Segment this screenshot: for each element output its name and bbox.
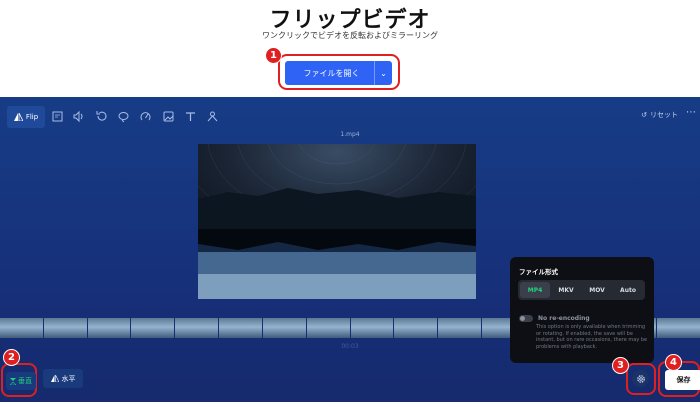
format-popup-title: ファイル形式 bbox=[519, 268, 558, 276]
rotate-icon[interactable] bbox=[95, 110, 108, 123]
video-preview bbox=[198, 144, 476, 299]
reset-icon: ↺ bbox=[641, 111, 647, 119]
loop-icon[interactable] bbox=[117, 110, 130, 123]
save-button[interactable]: 保存 bbox=[665, 370, 700, 390]
reencode-description: This option is only available when trimm… bbox=[536, 324, 648, 350]
flip-icon bbox=[13, 113, 23, 121]
filmstrip-frame bbox=[657, 318, 700, 338]
crop-icon[interactable] bbox=[51, 110, 64, 123]
reencode-toggle[interactable] bbox=[519, 315, 533, 322]
volume-icon[interactable] bbox=[72, 110, 85, 123]
filmstrip-frame bbox=[306, 318, 350, 338]
format-option-mov[interactable]: MOV bbox=[582, 282, 612, 298]
vertical-flip-label: 垂直 bbox=[18, 377, 32, 385]
reset-label: リセット bbox=[650, 111, 678, 119]
horizontal-flip-label: 水平 bbox=[61, 374, 76, 383]
reencode-row: No re-encoding bbox=[519, 315, 590, 322]
text-icon[interactable] bbox=[184, 110, 197, 123]
image-icon[interactable] bbox=[162, 110, 175, 123]
reset-button[interactable]: ↺ リセット bbox=[641, 110, 678, 120]
reencode-label: No re-encoding bbox=[538, 315, 590, 322]
format-popup: ファイル形式 MP4 MKV MOV Auto No re-encoding T… bbox=[510, 257, 654, 363]
video-landscape bbox=[198, 144, 476, 299]
callout-badge-3: 3 bbox=[612, 357, 629, 374]
format-option-mkv[interactable]: MKV bbox=[551, 282, 581, 298]
video-filename: 1.mp4 bbox=[340, 131, 360, 138]
filmstrip-frame bbox=[131, 318, 175, 338]
open-file-button[interactable]: ファイルを開く ⌄ bbox=[285, 61, 392, 85]
settings-button[interactable] bbox=[632, 370, 649, 387]
filmstrip-frame bbox=[87, 318, 131, 338]
open-file-highlight: ファイルを開く ⌄ bbox=[278, 54, 400, 90]
vertical-flip-highlight: 垂直 bbox=[1, 363, 37, 397]
editor-panel: Flip ↺ リセット ⋯ 1.mp4 00:03 垂直 水平 ファイル形式 M… bbox=[0, 97, 700, 402]
speed-icon[interactable] bbox=[139, 110, 152, 123]
callout-badge-4: 4 bbox=[665, 354, 682, 371]
horizontal-flip-icon bbox=[50, 375, 59, 382]
more-icon[interactable]: ⋯ bbox=[686, 107, 696, 118]
callout-badge-1: 1 bbox=[265, 47, 282, 64]
gear-icon bbox=[636, 374, 645, 383]
tool-flip-label: Flip bbox=[25, 113, 39, 121]
tool-flip[interactable]: Flip bbox=[7, 106, 45, 128]
stabilize-icon[interactable] bbox=[206, 110, 219, 123]
filmstrip-frame bbox=[350, 318, 394, 338]
flip-video-page: フリップビデオ ワンクリックでビデオを反転およびミラーリング ファイルを開く ⌄… bbox=[0, 0, 700, 407]
filmstrip-frame bbox=[175, 318, 219, 338]
chevron-down-icon[interactable]: ⌄ bbox=[375, 69, 392, 78]
page-subtitle: ワンクリックでビデオを反転およびミラーリング bbox=[262, 31, 438, 40]
vertical-flip-icon bbox=[10, 377, 16, 385]
vertical-flip-button[interactable]: 垂直 bbox=[6, 372, 36, 390]
filmstrip-frame bbox=[394, 318, 438, 338]
filmstrip-frame bbox=[0, 318, 43, 338]
filmstrip-frame bbox=[262, 318, 306, 338]
filmstrip-frame bbox=[43, 318, 87, 338]
horizontal-flip-button[interactable]: 水平 bbox=[43, 369, 83, 388]
filmstrip-frame bbox=[438, 318, 481, 338]
format-selector: MP4 MKV MOV Auto bbox=[518, 280, 645, 300]
filmstrip-frame bbox=[219, 318, 262, 338]
callout-badge-2: 2 bbox=[3, 349, 20, 366]
settings-highlight bbox=[626, 363, 656, 395]
open-file-label: ファイルを開く bbox=[303, 68, 360, 78]
format-option-auto[interactable]: Auto bbox=[613, 282, 643, 298]
format-option-mp4[interactable]: MP4 bbox=[520, 282, 550, 298]
